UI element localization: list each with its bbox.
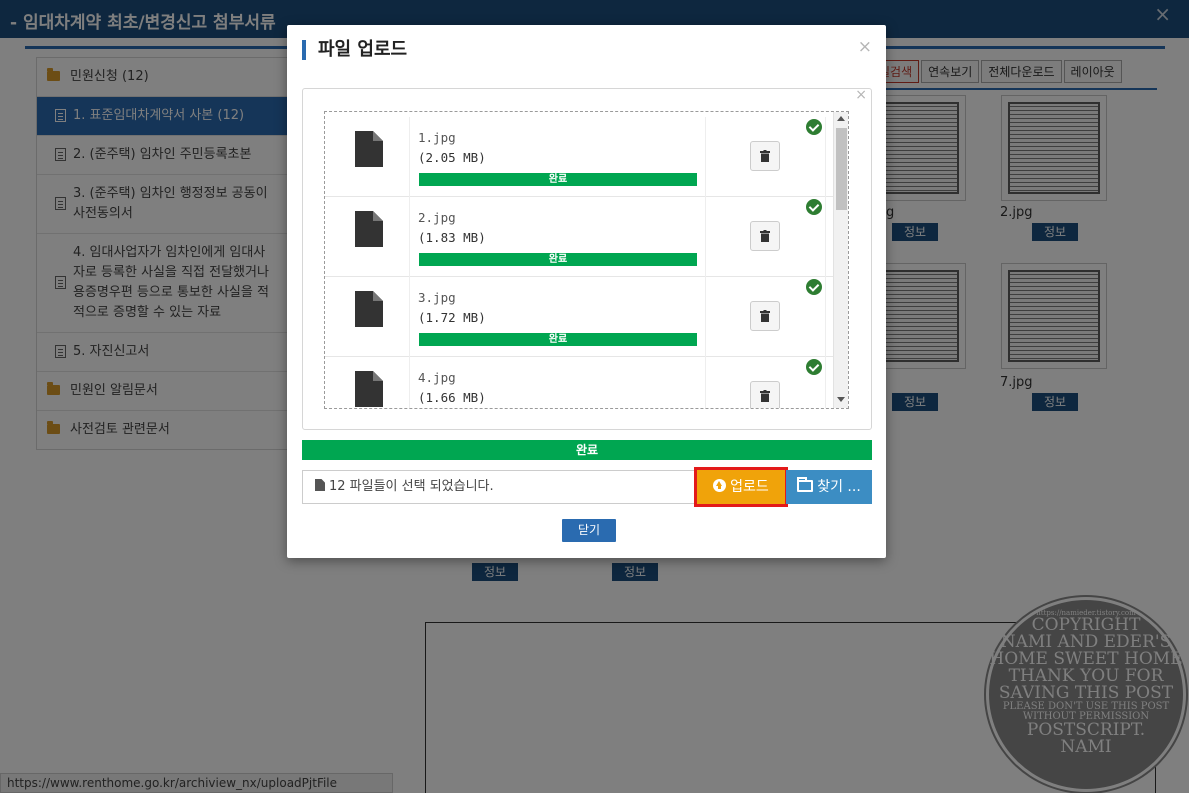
- column-divider: [825, 277, 826, 357]
- scroll-up-arrow-icon[interactable]: [837, 116, 845, 121]
- file-progress-bar: 완료: [419, 253, 697, 266]
- scroll-down-arrow-icon[interactable]: [837, 397, 845, 402]
- upload-complete-icon: [806, 279, 822, 295]
- delete-file-button[interactable]: [750, 301, 780, 331]
- file-icon: [355, 291, 383, 327]
- file-size: (1.72 MB): [418, 310, 486, 325]
- delete-file-button[interactable]: [750, 141, 780, 171]
- upload-file-list: 1.jpg (2.05 MB) 완료 2.jpg (1.83 MB) 완료 3.…: [324, 111, 849, 409]
- file-row: 4.jpg (1.66 MB) 완료: [325, 357, 833, 408]
- upload-file-panel: × 1.jpg (2.05 MB) 완료 2.jpg (1.83 MB) 완료: [302, 87, 872, 430]
- file-icon: [355, 211, 383, 247]
- column-divider: [705, 277, 706, 357]
- upload-arrow-icon: [713, 479, 727, 492]
- trash-icon: [760, 230, 770, 242]
- file-upload-dialog: 파일 업로드 × × 1.jpg (2.05 MB) 완료 2.jpg (1.8…: [287, 25, 886, 558]
- file-icon-cell: [325, 277, 410, 357]
- dialog-close-icon[interactable]: ×: [858, 37, 872, 57]
- trash-icon: [760, 390, 770, 402]
- trash-icon: [760, 310, 770, 322]
- file-icon-cell: [325, 117, 410, 197]
- file-size: (2.05 MB): [418, 150, 486, 165]
- column-divider: [705, 197, 706, 277]
- upload-complete-icon: [806, 119, 822, 135]
- column-divider: [825, 197, 826, 277]
- file-row: 2.jpg (1.83 MB) 완료: [325, 197, 833, 277]
- file-name: 3.jpg: [418, 290, 456, 305]
- file-icon: [355, 131, 383, 167]
- upload-complete-icon: [806, 199, 822, 215]
- upload-complete-icon: [806, 359, 822, 375]
- file-name: 2.jpg: [418, 210, 456, 225]
- close-dialog-button[interactable]: 닫기: [562, 519, 616, 542]
- column-divider: [705, 357, 706, 408]
- file-icon-cell: [325, 197, 410, 277]
- column-divider: [825, 117, 826, 197]
- column-divider: [825, 357, 826, 408]
- browse-button[interactable]: 찾기 ...: [786, 470, 872, 504]
- trash-icon: [760, 150, 770, 162]
- delete-file-button[interactable]: [750, 221, 780, 251]
- browse-button-label: 찾기 ...: [817, 479, 861, 495]
- file-size: (1.66 MB): [418, 390, 486, 405]
- file-row: 3.jpg (1.72 MB) 완료: [325, 277, 833, 357]
- selected-files-text: 12 파일들이 선택 되었습니다.: [329, 479, 494, 494]
- file-icon: [355, 371, 383, 407]
- file-icon-cell: [325, 357, 410, 408]
- scroll-thumb[interactable]: [836, 128, 847, 210]
- selected-files-field[interactable]: 12 파일들이 선택 되었습니다.: [302, 470, 697, 504]
- column-divider: [705, 117, 706, 197]
- clear-list-icon[interactable]: ×: [855, 87, 867, 103]
- file-row: 1.jpg (2.05 MB) 완료: [325, 117, 833, 197]
- file-progress-bar: 완료: [419, 333, 697, 346]
- upload-button[interactable]: 업로드: [697, 470, 785, 504]
- file-name: 4.jpg: [418, 370, 456, 385]
- file-list-scrollbar[interactable]: [833, 112, 848, 408]
- file-name: 1.jpg: [418, 130, 456, 145]
- folder-open-icon: [797, 477, 814, 492]
- delete-file-button[interactable]: [750, 381, 780, 408]
- upload-button-label: 업로드: [730, 479, 769, 495]
- dialog-title: 파일 업로드: [302, 40, 407, 60]
- file-progress-bar: 완료: [419, 173, 697, 186]
- file-size: (1.83 MB): [418, 230, 486, 245]
- total-progress-bar: 완료: [302, 440, 872, 460]
- file-icon: [315, 479, 325, 491]
